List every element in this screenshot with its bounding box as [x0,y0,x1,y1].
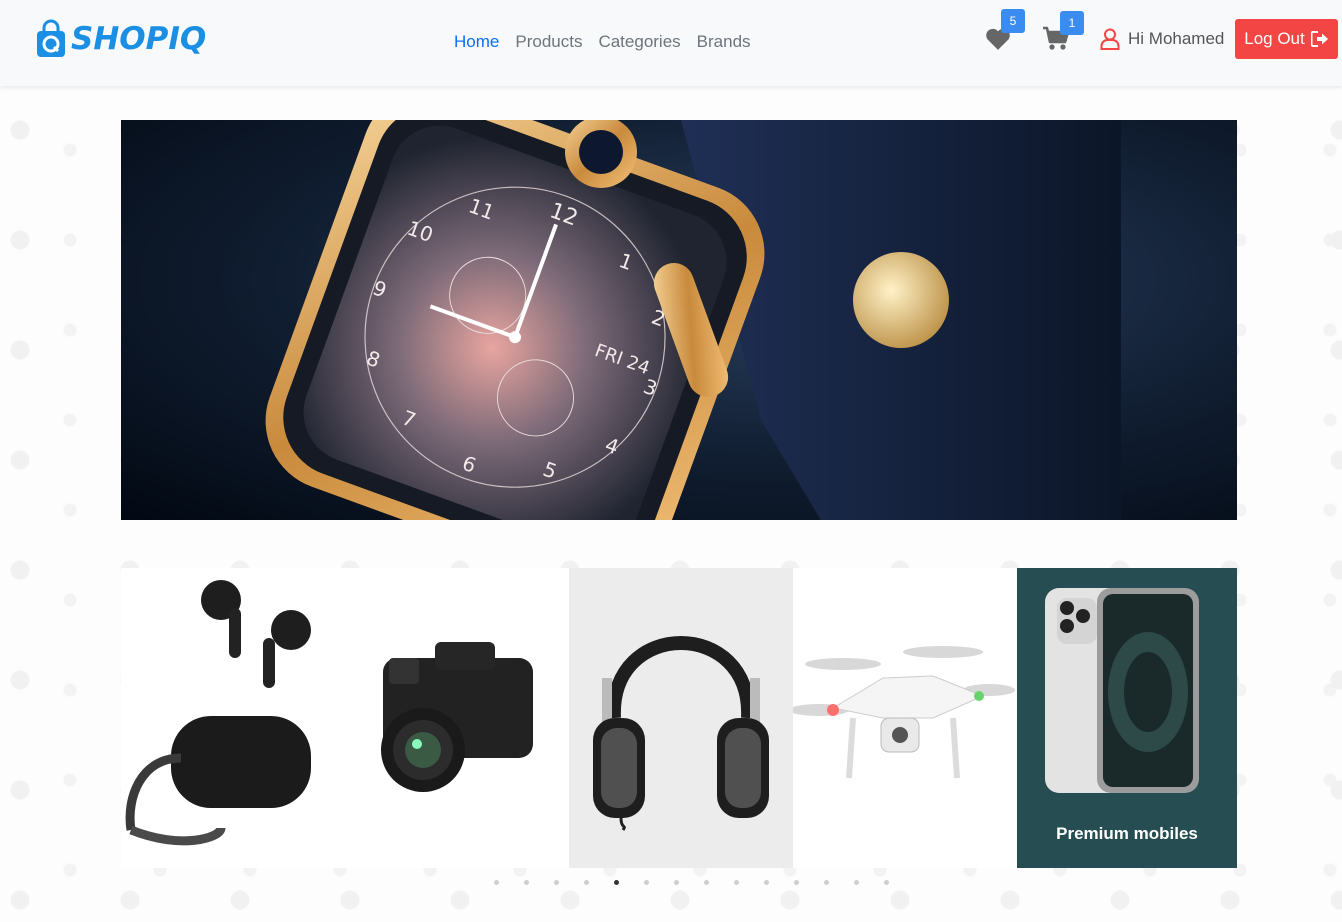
carousel-dot[interactable] [584,880,589,885]
brand-logo[interactable]: SHOPIQ [35,19,206,59]
carousel-dot[interactable] [704,880,709,885]
wishlist-button[interactable]: 5 [984,9,1025,55]
camera-image [381,642,533,792]
main-nav: Home Products Categories Brands [446,30,759,54]
user-icon [1100,28,1120,50]
smartwatch-image: FRI 24 12 1 2 3 4 5 6 7 8 9 10 11 [265,120,1121,520]
brand-name: SHOPIQ [71,21,207,57]
slide-drone[interactable] [793,568,1017,868]
hero-banner[interactable]: FRI 24 12 1 2 3 4 5 6 7 8 9 10 11 [121,120,1237,520]
carousel-dot[interactable] [494,880,499,885]
nav-link-categories[interactable]: Categories [590,30,688,54]
slide-mobiles[interactable]: Premium mobiles [1017,568,1237,868]
carousel-dot[interactable] [794,880,799,885]
drone-image [793,646,1015,779]
logout-label: Log Out [1244,29,1305,48]
carousel-dot[interactable] [674,880,679,885]
sign-out-icon [1310,31,1328,47]
slide-earbuds[interactable] [121,568,345,868]
cart-button[interactable]: 1 [1042,11,1084,56]
slide-caption: Premium mobiles [1056,824,1198,843]
carousel-dot[interactable] [884,880,889,885]
carousel-dot[interactable] [734,880,739,885]
carousel-dot-active[interactable] [614,880,619,885]
shopping-bag-icon [37,19,65,57]
nav-link-brands[interactable]: Brands [689,30,759,54]
wishlist-count-badge: 5 [1001,9,1025,33]
carousel-dot[interactable] [644,880,649,885]
nav-link-home[interactable]: Home [446,30,507,54]
cart-count-badge: 1 [1060,11,1084,35]
smartphone-image [1045,588,1199,793]
carousel-dot[interactable] [554,880,559,885]
nav-link-products[interactable]: Products [507,30,590,54]
user-menu[interactable]: Hi Mohamed [1100,28,1224,50]
carousel-dot[interactable] [824,880,829,885]
carousel-dot[interactable] [524,880,529,885]
carousel-dot[interactable] [764,880,769,885]
carousel-dot[interactable] [854,880,859,885]
carousel-dots [494,880,889,885]
slide-headphones[interactable] [569,568,793,868]
slide-camera[interactable] [345,568,569,868]
product-carousel: Premium mobiles [121,568,1237,868]
logout-button[interactable]: Log Out [1235,19,1338,59]
headphones-image [593,636,769,831]
earbuds-image [125,580,311,846]
navbar: SHOPIQ Home Products Categories Brands 5… [0,0,1342,86]
user-greeting: Hi Mohamed [1128,29,1225,48]
